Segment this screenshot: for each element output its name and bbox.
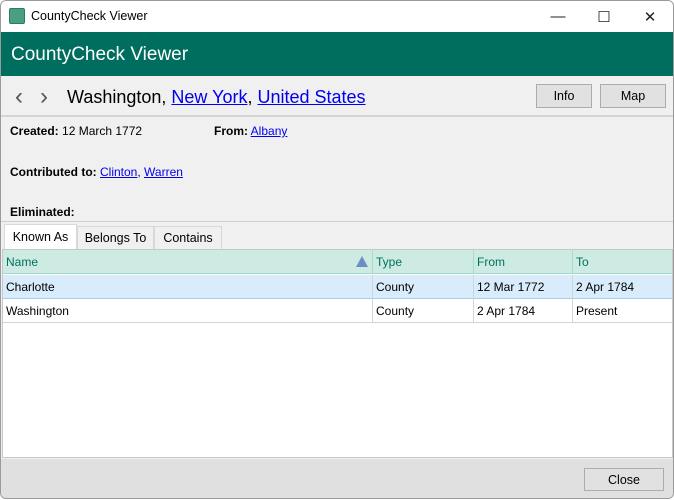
nav-bar: ‹ › Washington, New York, United States … xyxy=(1,76,673,117)
cell-from: 2 Apr 1784 xyxy=(474,299,573,323)
contributed-link[interactable]: Clinton xyxy=(100,165,137,179)
close-icon[interactable]: ✕ xyxy=(627,1,673,32)
cell-to: 2 Apr 1784 xyxy=(576,280,635,294)
table-row[interactable]: Charlotte County 12 Mar 1772 2 Apr 1784 xyxy=(3,275,672,299)
column-header-from[interactable]: From xyxy=(474,250,573,274)
grid-header: Name Type From To xyxy=(3,250,672,274)
place-name: Washington xyxy=(67,87,162,107)
map-button[interactable]: Map xyxy=(600,84,666,108)
back-arrow-icon[interactable]: ‹ xyxy=(15,83,23,111)
country-link[interactable]: United States xyxy=(257,87,365,107)
created-value: 12 March 1772 xyxy=(62,124,143,138)
cell-to: Present xyxy=(576,304,618,318)
contributed-link[interactable]: Warren xyxy=(144,165,183,179)
column-header-to[interactable]: To xyxy=(573,250,672,274)
from-field: From: Albany xyxy=(214,124,287,138)
forward-arrow-icon[interactable]: › xyxy=(40,83,48,111)
tab-contains[interactable]: Contains xyxy=(154,226,222,249)
contributed-label: Contributed to: xyxy=(10,165,97,179)
maximize-icon[interactable]: ☐ xyxy=(581,1,627,32)
table-row[interactable]: Washington County 2 Apr 1784 Present xyxy=(3,299,672,323)
details-panel: Created: 12 March 1772 From: Albany Cont… xyxy=(1,117,673,222)
eliminated-label: Eliminated: xyxy=(10,205,75,219)
cell-name: Charlotte xyxy=(3,275,373,299)
state-link[interactable]: New York xyxy=(171,87,247,107)
info-button[interactable]: Info xyxy=(536,84,592,108)
created-label: Created: xyxy=(10,124,59,138)
app-tree-icon xyxy=(9,8,25,24)
window-title: CountyCheck Viewer xyxy=(31,9,148,23)
app-header: CountyCheck Viewer xyxy=(1,32,673,76)
from-label: From: xyxy=(214,124,248,138)
cell-from: 12 Mar 1772 xyxy=(474,275,573,299)
separator: , xyxy=(247,87,258,107)
cell-type: County xyxy=(373,275,474,299)
created-field: Created: 12 March 1772 xyxy=(10,124,142,138)
cell-type: County xyxy=(373,299,474,323)
footer: Close xyxy=(1,459,673,498)
contributed-field: Contributed to: Clinton, Warren xyxy=(10,165,183,179)
cell-name: Washington xyxy=(3,299,373,323)
tab-bar: Known As Belongs To Contains xyxy=(1,223,673,249)
from-link[interactable]: Albany xyxy=(251,124,288,138)
tab-belongs-to[interactable]: Belongs To xyxy=(77,226,154,249)
close-button[interactable]: Close xyxy=(584,468,664,491)
column-header-name[interactable]: Name xyxy=(3,250,373,274)
eliminated-field: Eliminated: xyxy=(10,205,75,219)
breadcrumb: Washington, New York, United States xyxy=(67,87,366,108)
known-as-grid: Name Type From To Charlotte County 12 Ma… xyxy=(2,249,673,458)
minimize-icon[interactable]: — xyxy=(535,1,581,32)
column-header-type[interactable]: Type xyxy=(373,250,474,274)
separator: , xyxy=(161,87,172,107)
title-bar: CountyCheck Viewer — ☐ ✕ xyxy=(1,1,673,32)
sort-ascending-icon xyxy=(356,256,368,267)
column-label: Name xyxy=(6,255,39,269)
tab-known-as[interactable]: Known As xyxy=(4,224,77,249)
app-window: CountyCheck Viewer — ☐ ✕ CountyCheck Vie… xyxy=(0,0,674,499)
